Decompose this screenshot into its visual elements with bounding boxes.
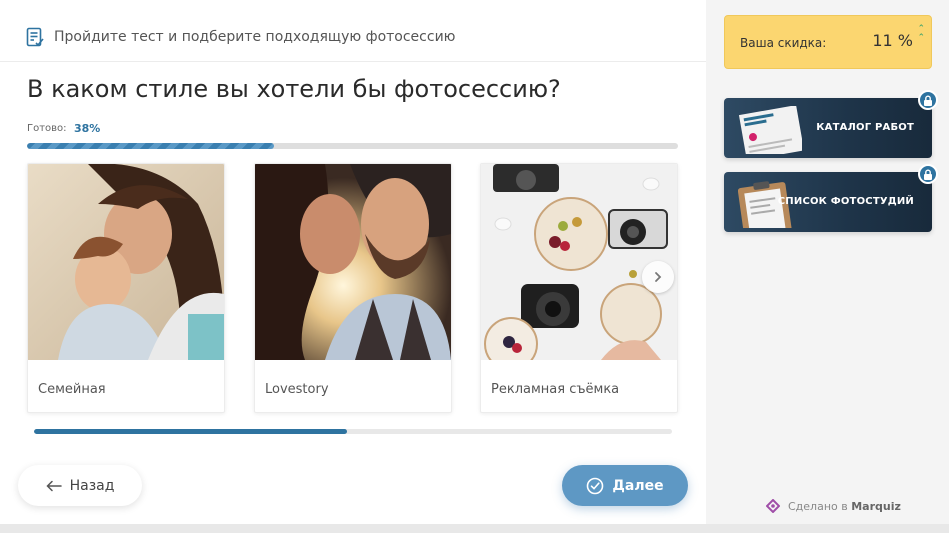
quiz-main-panel: Пройдите тест и подберите подходящую фот… bbox=[0, 0, 706, 533]
lock-icon bbox=[918, 164, 938, 184]
next-button[interactable]: Далее bbox=[562, 465, 688, 506]
checklist-icon bbox=[26, 27, 44, 47]
quiz-header: Пройдите тест и подберите подходящую фот… bbox=[0, 0, 706, 62]
carousel-next-button[interactable] bbox=[642, 261, 674, 293]
progress-bar bbox=[27, 143, 678, 149]
made-by-brand: Marquiz bbox=[851, 499, 901, 513]
family-photo bbox=[28, 164, 224, 360]
carousel-scrollbar-thumb[interactable] bbox=[34, 429, 347, 434]
arrow-left-icon bbox=[46, 480, 62, 491]
double-chevron-up-icon: ⌃ ⌃ bbox=[917, 24, 925, 43]
catalog-book-icon bbox=[738, 106, 802, 154]
cameras-flatlay-photo bbox=[481, 164, 677, 360]
made-by-prefix: Сделано в bbox=[788, 499, 848, 513]
carousel-scrollbar[interactable] bbox=[34, 429, 672, 434]
progress-value: 38% bbox=[74, 122, 101, 135]
back-button-label: Назад bbox=[69, 477, 115, 494]
couple-photo bbox=[255, 164, 451, 360]
option-label: Рекламная съёмка bbox=[491, 382, 620, 397]
bonus-studios-list[interactable]: СПИСОК ФОТОСТУДИЙ bbox=[724, 164, 938, 232]
progress-bar-fill bbox=[27, 143, 275, 149]
back-button[interactable]: Назад bbox=[18, 465, 142, 506]
bonus-catalog[interactable]: КАТАЛОГ РАБОТ bbox=[724, 90, 938, 158]
chevron-right-icon bbox=[655, 272, 662, 282]
made-by-link[interactable]: Сделано в Marquiz bbox=[766, 499, 901, 513]
lock-icon bbox=[918, 90, 938, 110]
discount-value: 11 % bbox=[872, 31, 913, 50]
page-bottom-border bbox=[0, 524, 949, 533]
next-button-label: Далее bbox=[612, 477, 664, 494]
option-card-family[interactable]: Семейная bbox=[27, 163, 225, 413]
option-label: Семейная bbox=[38, 382, 106, 397]
marquiz-logo-icon bbox=[766, 499, 780, 513]
bonus-label: КАТАЛОГ РАБОТ bbox=[816, 122, 914, 133]
question-title: В каком стиле вы хотели бы фотосессию? bbox=[27, 75, 561, 103]
quiz-sidebar: Ваша скидка: 11 % ⌃ ⌃ КАТАЛОГ РАБОТ СПИС… bbox=[706, 0, 949, 533]
option-card-lovestory[interactable]: Lovestory bbox=[254, 163, 452, 413]
check-circle-icon bbox=[587, 477, 604, 494]
bonus-label: СПИСОК ФОТОСТУДИЙ bbox=[777, 196, 914, 207]
discount-panel: Ваша скидка: 11 % ⌃ ⌃ bbox=[724, 15, 932, 69]
option-label: Lovestory bbox=[265, 382, 329, 397]
progress-label: Готово: bbox=[27, 123, 67, 134]
header-title: Пройдите тест и подберите подходящую фот… bbox=[54, 29, 456, 45]
discount-label: Ваша скидка: bbox=[740, 36, 827, 50]
